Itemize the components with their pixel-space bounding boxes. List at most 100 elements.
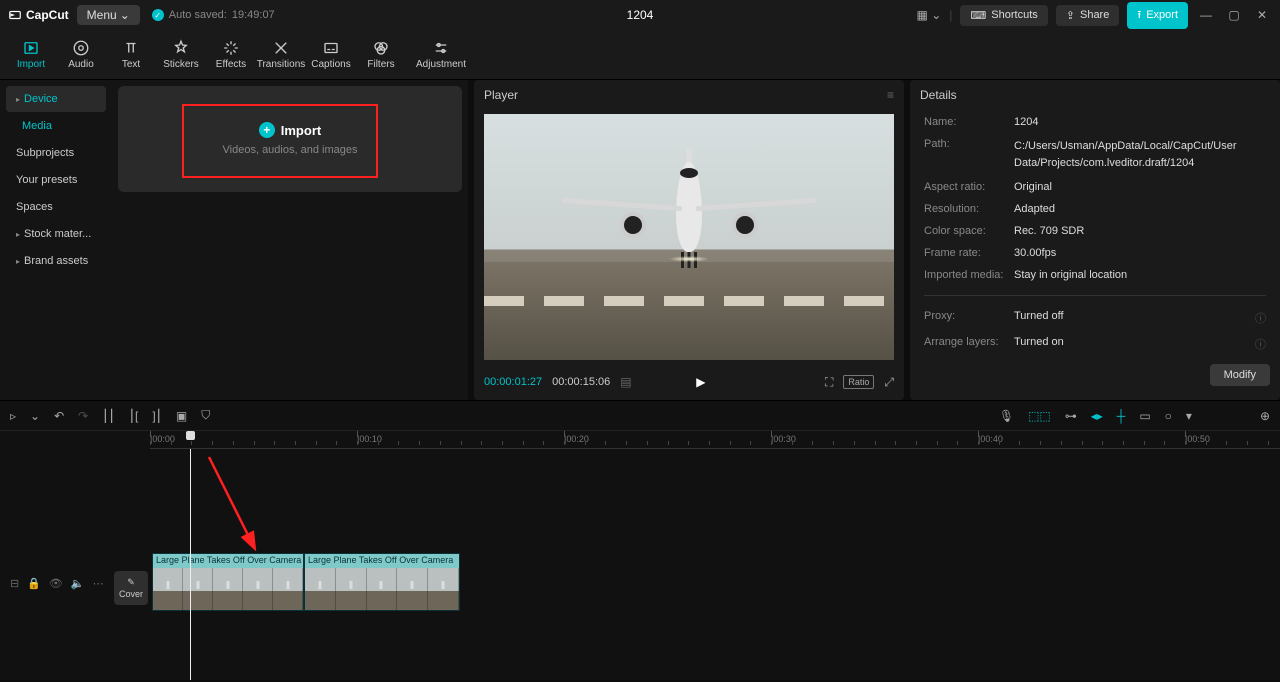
tab-stickers[interactable]: Stickers: [156, 30, 206, 80]
annotation-rect: [182, 104, 378, 178]
timeline-clip[interactable]: Large Plane Takes Off Over Camera: [152, 553, 304, 611]
sidebar-item-subprojects[interactable]: Subprojects: [6, 140, 106, 166]
player-panel: Player ≡ 00:00:01:27 00:00:15:06 ▤ ▶: [474, 80, 904, 400]
scan-icon[interactable]: ⛶: [825, 375, 833, 390]
split-icon[interactable]: ⎮⎮: [102, 409, 115, 423]
detail-val: Rec. 709 SDR: [1014, 225, 1266, 237]
app-logo: CapCut: [8, 8, 69, 22]
sidebar-item-device[interactable]: ▸Device: [6, 86, 106, 112]
sidebar-label: Media: [22, 120, 52, 132]
detail-key: Aspect ratio:: [924, 181, 1014, 193]
lock-icon[interactable]: 🔒: [27, 577, 41, 590]
tab-audio-label: Audio: [68, 59, 94, 70]
timeline-ruler[interactable]: |00:00 |00:10 |00:20 |00:30 |00:40 |00:5…: [150, 431, 1280, 449]
pointer-tool-icon[interactable]: ▹: [10, 409, 16, 423]
play-button[interactable]: ▶: [696, 375, 705, 389]
zoom-fit-icon[interactable]: ⊕: [1260, 409, 1270, 423]
speaker-icon[interactable]: 🔈: [71, 577, 85, 590]
sidebar-item-media[interactable]: Media: [6, 113, 106, 139]
timecode-total: 00:00:15:06: [552, 376, 610, 388]
sidebar-item-spaces[interactable]: Spaces: [6, 194, 106, 220]
player-title: Player: [484, 88, 518, 102]
detail-key: Arrange layers:: [924, 336, 1014, 352]
shortcuts-button[interactable]: ⌨ Shortcuts: [960, 5, 1047, 26]
export-button[interactable]: ⭱ Export: [1127, 2, 1188, 29]
share-button[interactable]: ⇪ Share: [1056, 5, 1120, 26]
details-panel: Details Name:1204 Path:C:/Users/Usman/Ap…: [910, 80, 1280, 400]
preview-content: [676, 162, 702, 252]
autosave-prefix: Auto saved:: [169, 9, 227, 21]
playhead-line[interactable]: [190, 449, 191, 680]
details-title: Details: [920, 88, 957, 102]
detail-key: Imported media:: [924, 269, 1014, 281]
eye-icon[interactable]: 👁: [49, 577, 63, 590]
menu-button[interactable]: Menu ⌄: [77, 5, 140, 25]
minimize-button[interactable]: —: [1196, 8, 1216, 22]
chevron-down-icon: ⌄: [120, 8, 130, 22]
dots-icon[interactable]: ⋯: [93, 577, 104, 590]
ratio-button[interactable]: Ratio: [843, 375, 874, 389]
clip-row: Large Plane Takes Off Over Camera Large …: [152, 553, 460, 611]
tab-captions[interactable]: Captions: [306, 30, 356, 80]
tab-adjustment[interactable]: Adjustment: [406, 30, 476, 80]
tab-import[interactable]: Import: [6, 30, 56, 80]
sidebar-item-presets[interactable]: Your presets: [6, 167, 106, 193]
tab-stickers-label: Stickers: [163, 59, 199, 70]
cover-button[interactable]: ✎ Cover: [114, 571, 148, 605]
tab-audio[interactable]: Audio: [56, 30, 106, 80]
sidebar-item-stock[interactable]: ▸Stock mater...: [6, 221, 106, 247]
snap-icon[interactable]: ◂▸: [1091, 409, 1103, 423]
detail-val: Adapted: [1014, 203, 1266, 215]
tab-text[interactable]: Text: [106, 30, 156, 80]
app-name: CapCut: [26, 8, 69, 22]
caret-down-icon: ▸: [16, 95, 20, 104]
redo-icon[interactable]: ↷: [78, 409, 88, 423]
sidebar-item-brand[interactable]: ▸Brand assets: [6, 248, 106, 274]
info-icon[interactable]: ⓘ: [1255, 336, 1266, 352]
keyboard-icon: ⌨: [970, 9, 986, 22]
modify-button[interactable]: Modify: [1210, 364, 1270, 386]
arrow-down-icon[interactable]: ▾: [1186, 409, 1192, 423]
magnet-icon[interactable]: ⬚⬚: [1028, 409, 1051, 423]
sidebar-label: Subprojects: [16, 147, 74, 159]
layout-icon[interactable]: ▦ ⌄: [917, 8, 942, 22]
tab-effects[interactable]: Effects: [206, 30, 256, 80]
quality-icon[interactable]: ▤: [620, 375, 631, 389]
tab-transitions[interactable]: Transitions: [256, 30, 306, 80]
menu-label: Menu: [87, 8, 117, 22]
link-icon[interactable]: ⊶: [1065, 409, 1077, 423]
collapse-icon[interactable]: ⊟: [10, 577, 19, 590]
check-icon: [152, 9, 164, 21]
mic-icon[interactable]: 🎙: [999, 409, 1014, 423]
pencil-icon: ✎: [127, 577, 135, 588]
detail-val: Original: [1014, 181, 1266, 193]
shield-icon[interactable]: ⛉: [201, 408, 210, 423]
timeline-tracks[interactable]: ⊟ 🔒 👁 🔈 ⋯ ✎ Cover Large Plane Takes Off …: [0, 449, 1280, 680]
close-button[interactable]: ✕: [1252, 8, 1272, 22]
tab-filters[interactable]: Filters: [356, 30, 406, 80]
undo-icon[interactable]: ↶: [54, 409, 64, 423]
trim-right-icon[interactable]: ]⎮: [152, 409, 162, 423]
detail-key: Name:: [924, 116, 1014, 128]
crop-icon[interactable]: ▣: [176, 409, 187, 423]
detail-val: Turned on: [1014, 336, 1255, 352]
timecode-current: 00:00:01:27: [484, 376, 542, 388]
import-panel: + Import Videos, audios, and images: [112, 80, 468, 400]
timeline-clip[interactable]: Large Plane Takes Off Over Camera: [304, 553, 460, 611]
tool-tabs: Import Audio Text Stickers Effects Trans…: [0, 30, 1280, 80]
align-icon[interactable]: ┼: [1117, 409, 1126, 423]
maximize-button[interactable]: ▢: [1224, 8, 1244, 22]
preview-icon[interactable]: ▭: [1139, 409, 1150, 423]
player-menu-icon[interactable]: ≡: [887, 88, 894, 102]
playhead-handle[interactable]: [186, 431, 195, 440]
detail-key: Path:: [924, 138, 1014, 171]
preview-viewport[interactable]: [484, 114, 894, 360]
info-icon[interactable]: ⓘ: [1255, 310, 1266, 326]
trim-left-icon[interactable]: ⎮[: [129, 409, 139, 423]
circle-icon[interactable]: ○: [1165, 409, 1172, 423]
chevron-down-icon[interactable]: ⌄: [30, 409, 40, 423]
shortcuts-label: Shortcuts: [991, 9, 1037, 21]
fullscreen-icon[interactable]: ⤢: [884, 375, 894, 390]
import-dropzone[interactable]: + Import Videos, audios, and images: [118, 86, 462, 192]
detail-val: C:/Users/Usman/AppData/Local/CapCut/User…: [1014, 138, 1266, 171]
